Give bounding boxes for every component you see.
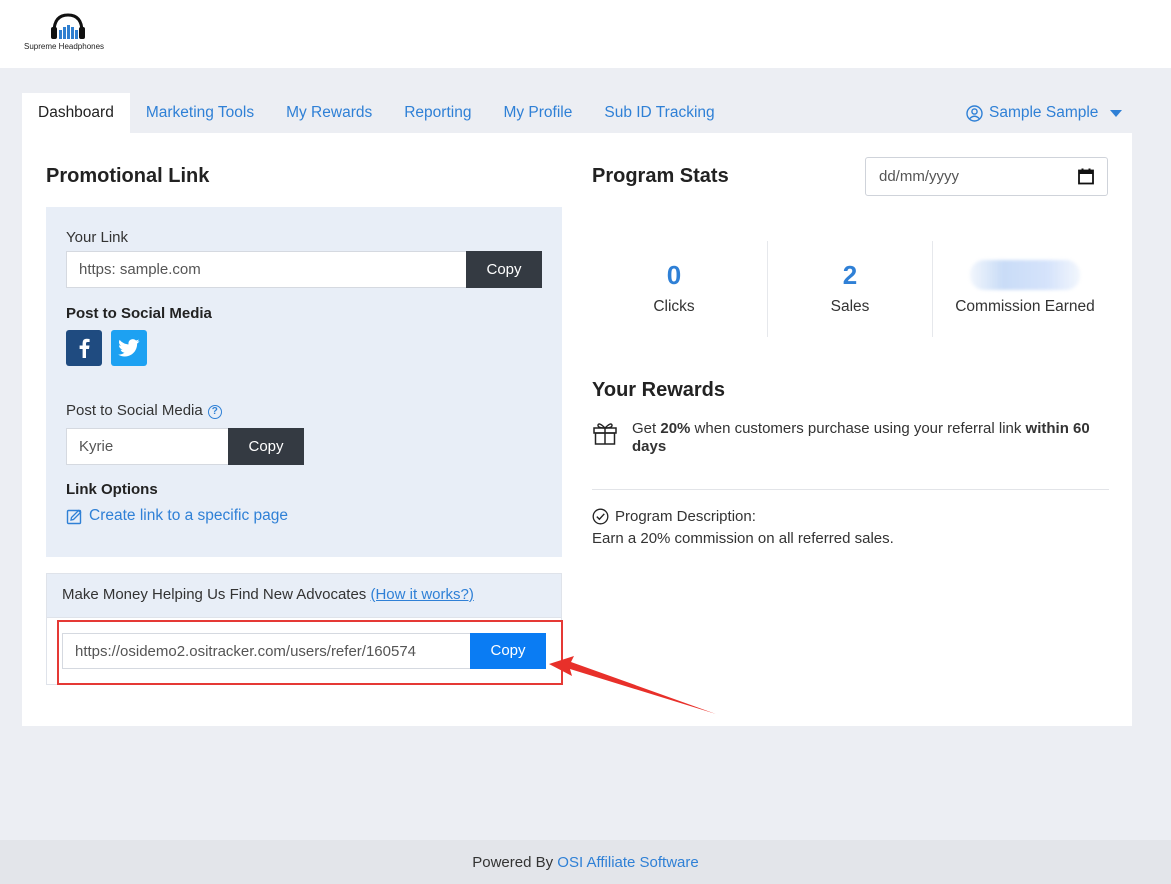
advocates-text: Make Money Helping Us Find New Advocates (62, 586, 367, 603)
link-options-label: Link Options (66, 481, 158, 498)
promo-link-panel: Your Link Copy Post to Social Media Post… (46, 207, 562, 557)
create-specific-page-link[interactable]: Create link to a specific page (66, 507, 288, 525)
social-media-label: Post to Social Media (66, 305, 212, 322)
copy-link-button[interactable]: Copy (466, 251, 542, 288)
social-media-code-label-text: Post to Social Media (66, 402, 203, 419)
reward-text-mid: when customers purchase using your refer… (690, 420, 1026, 437)
brand-logo[interactable]: Supreme Headphones (24, 12, 119, 56)
clicks-value: 0 (666, 260, 682, 290)
tab-reporting[interactable]: Reporting (388, 93, 487, 133)
advocates-header: Make Money Helping Us Find New Advocates… (47, 574, 561, 618)
create-link-label: Create link to a specific page (89, 507, 289, 524)
stat-divider (932, 241, 933, 337)
reward-text-pre: Get (632, 420, 661, 437)
tab-my-profile[interactable]: My Profile (487, 93, 588, 133)
edit-icon (66, 509, 82, 524)
twitter-icon (118, 339, 140, 357)
program-description-label: Program Description: (615, 508, 756, 525)
program-description-row: Program Description: (592, 508, 756, 525)
check-circle-icon (592, 508, 609, 525)
your-rewards-title: Your Rewards (592, 379, 725, 401)
footer-powered-text: Powered By (472, 854, 558, 871)
your-link-input[interactable] (66, 251, 467, 288)
date-filter-input[interactable]: dd/mm/yyyy (865, 157, 1108, 196)
brand-name: Supreme Headphones (24, 42, 105, 51)
top-bar: Supreme Headphones (0, 0, 1171, 68)
tab-my-rewards[interactable]: My Rewards (270, 93, 388, 133)
tab-marketing-tools[interactable]: Marketing Tools (130, 93, 270, 133)
stat-commission: Commission Earned (940, 258, 1110, 316)
user-menu[interactable]: Sample Sample (966, 93, 1123, 133)
gift-icon (593, 423, 617, 445)
date-placeholder: dd/mm/yyyy (879, 168, 960, 185)
headphones-logo-icon (51, 13, 85, 39)
sales-value: 2 (842, 260, 858, 290)
rewards-divider (592, 489, 1109, 490)
reward-item: Get 20% when customers purchase using yo… (592, 420, 1112, 456)
sales-label: Sales (830, 298, 870, 315)
how-it-works-link[interactable]: (How it works?) (370, 586, 473, 603)
user-circle-icon (966, 104, 983, 122)
calendar-icon[interactable] (1078, 168, 1094, 185)
stat-sales: 2 Sales (765, 258, 935, 316)
promotional-link-title: Promotional Link (46, 165, 210, 187)
facebook-icon (79, 338, 90, 358)
help-icon[interactable]: ? (207, 405, 222, 419)
program-description-text: Earn a 20% commission on all referred sa… (592, 530, 894, 547)
your-link-label: Your Link (66, 229, 128, 246)
tab-dashboard[interactable]: Dashboard (22, 93, 130, 133)
twitter-share-button[interactable] (111, 330, 147, 366)
stat-clicks: 0 Clicks (589, 258, 759, 316)
social-code-input[interactable] (66, 428, 229, 465)
dashboard-card: Promotional Link Your Link Copy Post to … (22, 133, 1132, 726)
footer-osi-link[interactable]: OSI Affiliate Software (557, 854, 698, 871)
social-media-code-label: Post to Social Media? (66, 402, 222, 419)
reward-percent: 20% (660, 420, 691, 437)
user-name: Sample Sample (989, 104, 1099, 121)
reward-description: Get 20% when customers purchase using yo… (632, 420, 1102, 456)
footer: Powered By OSI Affiliate Software (0, 840, 1171, 884)
tab-sub-id-tracking[interactable]: Sub ID Tracking (588, 93, 730, 133)
copy-code-button[interactable]: Copy (228, 428, 304, 465)
highlight-box (57, 620, 563, 685)
commission-label: Commission Earned (955, 298, 1095, 315)
main-nav-tabs: Dashboard Marketing Tools My Rewards Rep… (22, 93, 731, 133)
commission-value-blurred (970, 260, 1080, 290)
facebook-share-button[interactable] (66, 330, 102, 366)
clicks-label: Clicks (653, 298, 695, 315)
chevron-down-icon (1110, 109, 1123, 117)
program-stats-title: Program Stats (592, 165, 729, 187)
